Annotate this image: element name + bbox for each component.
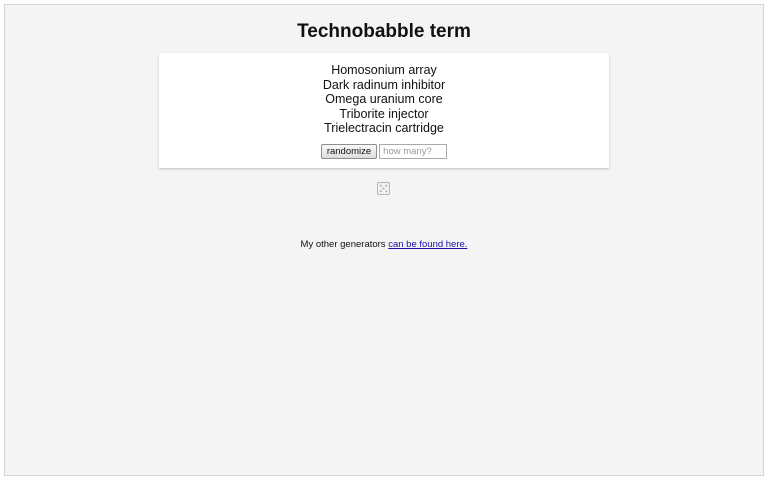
- randomize-button[interactable]: randomize: [320, 144, 378, 159]
- result-item: Triborite injector: [339, 106, 429, 121]
- footer-text: My other generators: [300, 239, 386, 250]
- footer: My other generators can be found here.: [5, 239, 763, 250]
- dice-icon[interactable]: [377, 182, 390, 195]
- how-many-input[interactable]: [379, 144, 448, 159]
- result-item: Omega uranium core: [325, 92, 443, 106]
- results-list: Homosonium array Dark radinum inhibitor …: [159, 63, 609, 136]
- result-item: Dark radinum inhibitor: [322, 77, 446, 92]
- generator-controls: randomize: [159, 144, 609, 159]
- result-item: Homosonium array: [331, 63, 437, 77]
- results-card: Homosonium array Dark radinum inhibitor …: [159, 53, 609, 168]
- result-item: Trielectracin cartridge: [324, 121, 444, 135]
- page-title: Technobabble term: [297, 21, 471, 42]
- other-generators-link[interactable]: can be found here.: [388, 239, 467, 250]
- page-frame: Technobabble term Homosonium array Dark …: [4, 4, 764, 476]
